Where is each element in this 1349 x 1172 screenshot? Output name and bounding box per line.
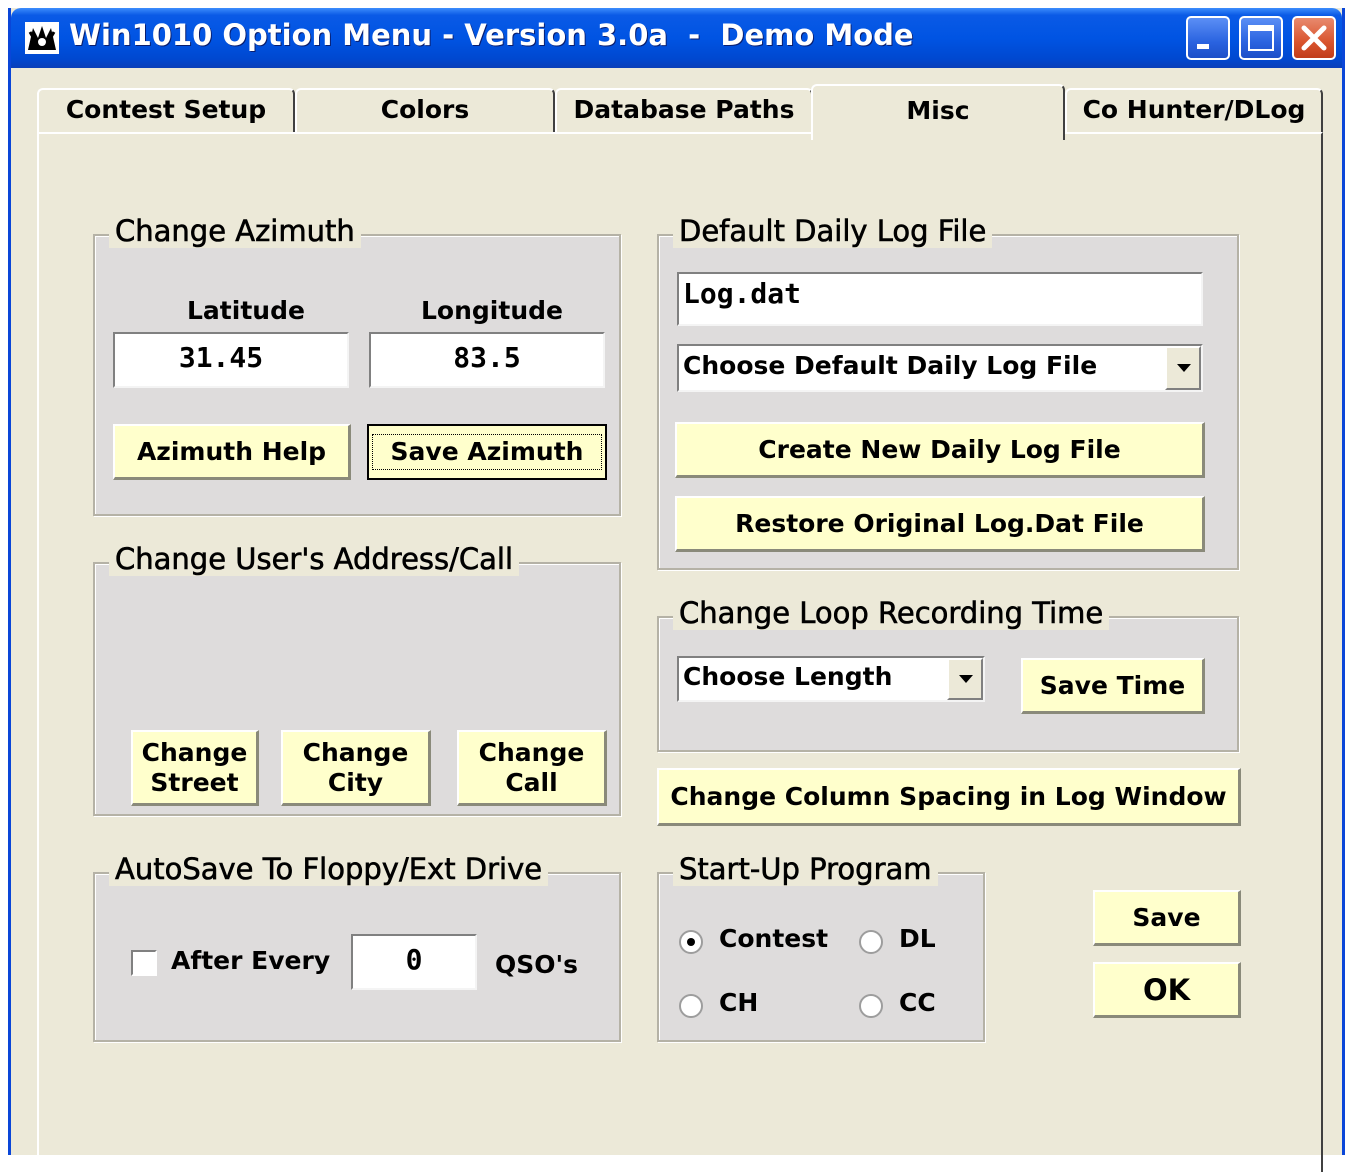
latitude-input[interactable]: 31.45	[113, 332, 349, 388]
change-street-button[interactable]: Change Street	[131, 730, 259, 806]
group-title: Default Daily Log File	[673, 214, 993, 248]
tab-label: Co Hunter/DLog	[1082, 95, 1306, 124]
change-city-button[interactable]: Change City	[281, 730, 431, 806]
radio-cc[interactable]	[859, 994, 883, 1018]
tab-contest-setup[interactable]: Contest Setup	[37, 88, 295, 134]
window-title: Win1010 Option Menu - Version 3.0a - Dem…	[69, 18, 914, 52]
tab-label: Misc	[906, 96, 970, 125]
radio-ch-label: CH	[719, 988, 759, 1017]
group-title: AutoSave To Floppy/Ext Drive	[109, 852, 549, 886]
tab-co-hunter-dlog[interactable]: Co Hunter/DLog	[1065, 88, 1323, 134]
save-azimuth-label: Save Azimuth	[371, 434, 603, 470]
tab-colors[interactable]: Colors	[295, 88, 555, 134]
tab-label: Colors	[380, 95, 470, 124]
radio-contest[interactable]	[679, 930, 703, 954]
address-group: Change User's Address/Call Change Street…	[93, 542, 621, 816]
tab-misc[interactable]: Misc	[811, 84, 1065, 140]
ok-button[interactable]: OK	[1093, 962, 1241, 1018]
radio-dl-label: DL	[899, 924, 936, 953]
maximize-icon	[1248, 25, 1274, 51]
tab-label: Contest Setup	[65, 95, 267, 124]
tab-label: Database Paths	[573, 95, 795, 124]
autosave-checkbox[interactable]	[131, 950, 157, 976]
app-icon	[25, 22, 59, 54]
log-file-select-value: Choose Default Daily Log File	[683, 351, 1098, 380]
minimize-button[interactable]	[1186, 16, 1230, 60]
azimuth-group: Change Azimuth Latitude Longitude 31.45 …	[93, 214, 621, 516]
qso-count-input[interactable]: 0	[351, 934, 477, 990]
latitude-label: Latitude	[187, 296, 305, 325]
save-button[interactable]: Save	[1093, 890, 1241, 946]
radio-dl[interactable]	[859, 930, 883, 954]
loop-recording-group: Change Loop Recording Time Choose Length…	[657, 596, 1239, 752]
chevron-down-icon[interactable]	[947, 658, 983, 700]
restore-log-file-button[interactable]: Restore Original Log.Dat File	[675, 496, 1205, 552]
maximize-button[interactable]	[1239, 16, 1283, 60]
longitude-label: Longitude	[421, 296, 563, 325]
log-file-input[interactable]: Log.dat	[677, 272, 1203, 326]
close-icon	[1301, 25, 1327, 51]
autosave-group: AutoSave To Floppy/Ext Drive After Every…	[93, 852, 621, 1042]
startup-program-group: Start-Up Program Contest DL CH CC	[657, 852, 985, 1042]
radio-ch[interactable]	[679, 994, 703, 1018]
radio-contest-label: Contest	[719, 924, 829, 953]
minimize-icon	[1197, 44, 1209, 49]
after-every-label: After Every	[171, 946, 331, 975]
option-menu-window: Win1010 Option Menu - Version 3.0a - Dem…	[8, 8, 1345, 1172]
title-bar[interactable]: Win1010 Option Menu - Version 3.0a - Dem…	[11, 8, 1342, 68]
group-title: Start-Up Program	[673, 852, 938, 886]
column-spacing-button[interactable]: Change Column Spacing in Log Window	[657, 768, 1241, 826]
loop-length-select[interactable]: Choose Length	[677, 656, 985, 702]
chevron-down-icon[interactable]	[1165, 346, 1201, 390]
log-file-group: Default Daily Log File Log.dat Choose De…	[657, 214, 1239, 570]
tab-database-paths[interactable]: Database Paths	[555, 88, 813, 134]
azimuth-help-button[interactable]: Azimuth Help	[113, 424, 351, 480]
close-button[interactable]	[1292, 16, 1336, 60]
save-time-button[interactable]: Save Time	[1021, 658, 1205, 714]
change-call-button[interactable]: Change Call	[457, 730, 607, 806]
save-azimuth-button[interactable]: Save Azimuth	[367, 424, 607, 480]
radio-cc-label: CC	[899, 988, 936, 1017]
log-file-select[interactable]: Choose Default Daily Log File	[677, 344, 1203, 392]
longitude-input[interactable]: 83.5	[369, 332, 605, 388]
group-title: Change User's Address/Call	[109, 542, 520, 576]
loop-length-select-value: Choose Length	[683, 662, 893, 691]
group-title: Change Loop Recording Time	[673, 596, 1110, 630]
group-title: Change Azimuth	[109, 214, 361, 248]
qso-unit-label: QSO's	[495, 950, 579, 979]
create-log-file-button[interactable]: Create New Daily Log File	[675, 422, 1205, 478]
